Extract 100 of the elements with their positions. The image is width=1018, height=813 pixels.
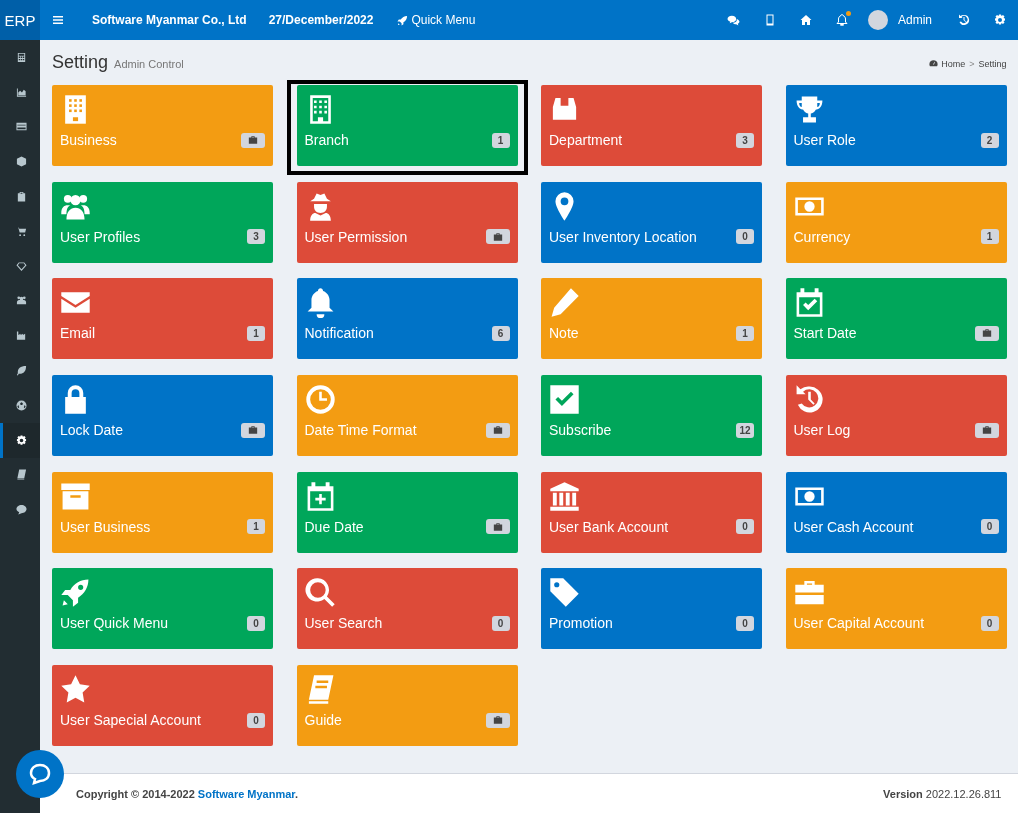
tile-label: User Role	[793, 132, 856, 148]
briefcase-icon	[981, 328, 992, 339]
settings-tile[interactable]: User Bank Account 0	[541, 471, 762, 553]
tile-label: User Permission	[304, 228, 408, 245]
tile-label: User Cash Account	[793, 518, 914, 535]
count-badge: 0	[736, 229, 754, 245]
diamond-icon	[16, 260, 27, 272]
breadcrumb-separator: >	[969, 58, 975, 69]
settings-tile[interactable]: Department 3	[541, 85, 762, 166]
bell-icon	[836, 14, 848, 26]
count-badge: 0	[247, 712, 265, 728]
calculator-icon	[16, 51, 27, 63]
rocket-icon	[60, 577, 91, 609]
count-badge: 12	[736, 422, 754, 438]
rocket-icon	[397, 14, 409, 26]
settings-icon	[994, 14, 1006, 26]
current-date: 27/December/2022	[268, 13, 374, 27]
book-icon	[16, 469, 27, 481]
tile-label: User Business	[60, 518, 151, 535]
briefcase-icon	[492, 425, 503, 436]
history-icon	[958, 14, 970, 26]
bank-icon	[549, 480, 580, 512]
user-menu[interactable]: Admin	[868, 10, 932, 30]
count-badge: 1	[980, 229, 999, 245]
briefcase-icon	[492, 715, 503, 726]
settings-tile[interactable]: Branch 1	[296, 85, 518, 166]
settings-tile[interactable]: Note 1	[541, 278, 762, 360]
tile-label: Business	[60, 132, 117, 148]
tile-label: Date Time Format	[304, 422, 417, 439]
tile-label: User Quick Menu	[60, 615, 169, 632]
home-icon	[800, 14, 812, 26]
count-badge: 3	[736, 132, 754, 148]
sidebar-item[interactable]	[0, 422, 40, 458]
settings-tile[interactable]: User Inventory Location 0	[541, 181, 762, 263]
settings-tile[interactable]: User Search 0	[296, 568, 518, 650]
company-link[interactable]: Software Myanmar	[197, 787, 296, 800]
version-text: Version 2022.12.26.811	[883, 787, 1002, 800]
count-badge: 2	[980, 132, 999, 148]
count-badge: 0	[736, 615, 754, 631]
dashboard-icon	[929, 59, 939, 68]
settings-tile[interactable]: Lock Date	[52, 375, 273, 457]
page-subtitle: Admin Control	[114, 58, 184, 70]
tile-label: Lock Date	[60, 422, 124, 439]
breadcrumb-link[interactable]: Home	[929, 58, 966, 69]
tile-label: Due Date	[304, 518, 364, 535]
count-badge: 1	[736, 325, 754, 341]
tile-label: User Sapecial Account	[60, 712, 201, 729]
settings-tile[interactable]: Promotion 0	[541, 568, 762, 650]
pencil-icon	[549, 287, 580, 319]
briefcase-icon	[248, 135, 258, 145]
settings-tile[interactable]: User Quick Menu 0	[52, 568, 273, 650]
settings-tile[interactable]: User Log	[785, 375, 1007, 457]
tablet-icon	[764, 14, 776, 26]
logo[interactable]: ERP	[0, 0, 40, 40]
settings-tile[interactable]: Subscribe 12	[541, 375, 762, 457]
breadcrumb-current: Setting	[978, 58, 1007, 69]
home-button[interactable]	[800, 14, 812, 26]
settings-tile[interactable]: User Profiles 3	[52, 181, 273, 263]
settings-tile[interactable]: Currency 1	[785, 181, 1007, 263]
notifications-button[interactable]	[836, 14, 848, 26]
chat-button[interactable]	[727, 13, 740, 27]
settings-tile[interactable]: Notification 6	[296, 278, 518, 360]
copyright-text: Copyright © 2014-2022 Software Myanmar.	[76, 787, 299, 800]
company-name: Software Myanmar Co., Ltd	[92, 13, 247, 27]
settings-button[interactable]	[994, 14, 1006, 26]
chat-icon	[727, 13, 740, 27]
settings-tile[interactable]: User Role 2	[785, 85, 1007, 166]
tablet-button[interactable]	[764, 14, 776, 26]
briefcase-icon	[248, 425, 258, 436]
tile-label: User Capital Account	[793, 615, 925, 632]
settings-tile[interactable]: User Business 1	[52, 471, 273, 553]
checkbox-icon	[549, 384, 580, 416]
tile-label: User Bank Account	[549, 518, 669, 535]
briefcase-icon	[492, 231, 503, 242]
leaf-icon	[16, 365, 27, 377]
avatar	[868, 10, 888, 30]
cart-icon	[16, 225, 27, 237]
settings-tile[interactable]: Email 1	[52, 278, 273, 360]
settings-tile[interactable]: User Cash Account 0	[785, 471, 1007, 553]
menu-button[interactable]	[52, 14, 64, 26]
quick-menu-link[interactable]: Quick Menu	[397, 13, 476, 27]
credit-card-icon	[16, 121, 27, 133]
tile-label: User Inventory Location	[549, 228, 697, 245]
menu-icon	[52, 14, 64, 26]
settings-tile[interactable]: User Permission	[296, 181, 518, 263]
search-icon	[304, 577, 336, 609]
count-badge: 0	[980, 519, 999, 535]
history-button[interactable]	[958, 14, 970, 26]
tile-label: Guide	[304, 712, 342, 729]
clipboard-icon	[16, 191, 27, 203]
page-title: Setting	[52, 52, 109, 72]
tile-label: Note	[549, 325, 579, 342]
settings-tile[interactable]: User Capital Account 0	[785, 568, 1007, 650]
tile-label: Branch	[304, 132, 349, 148]
tile-label: Currency	[793, 228, 851, 245]
settings-tile[interactable]: User Sapecial Account 0	[52, 665, 273, 747]
tile-label: Start Date	[793, 325, 857, 342]
count-badge: 0	[980, 615, 999, 631]
tag-icon	[549, 577, 580, 609]
tile-label: User Search	[304, 615, 383, 632]
